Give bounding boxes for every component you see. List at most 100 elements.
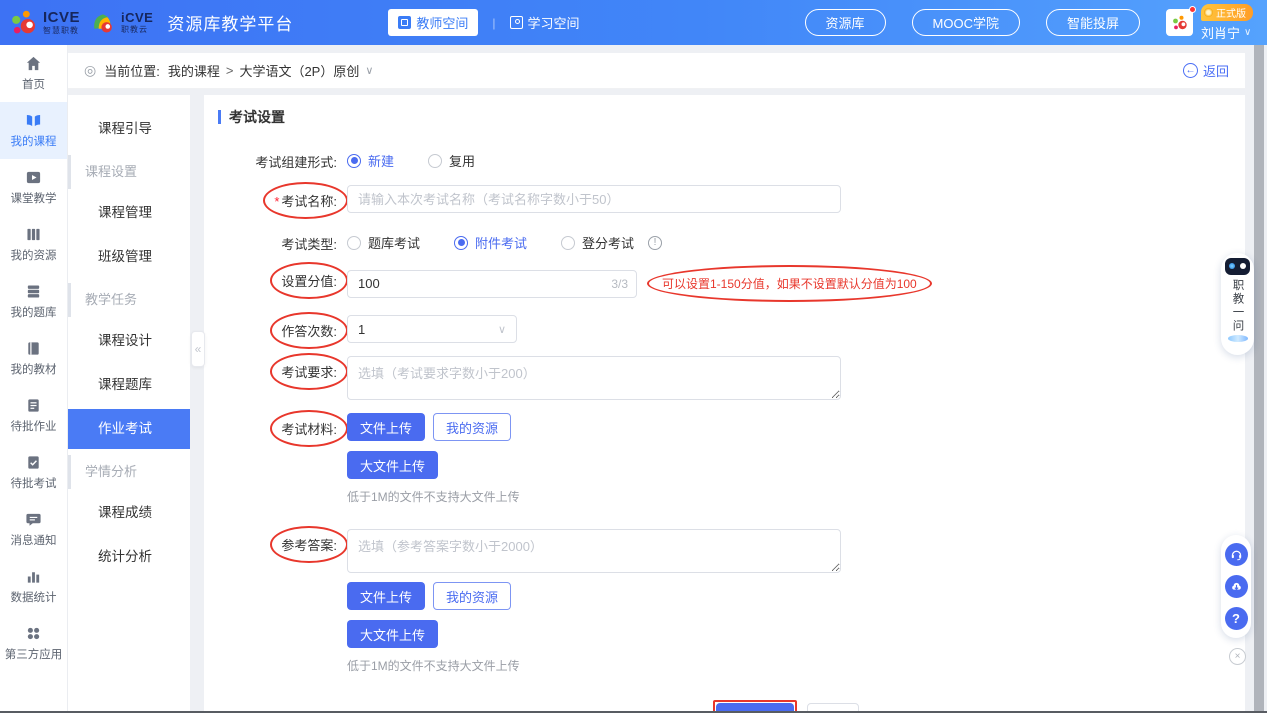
materials-label: 考试材料:	[281, 422, 337, 437]
char-counter: 3/3	[611, 277, 628, 291]
radio-reuse[interactable]: 复用	[428, 151, 475, 170]
exam-check-icon	[25, 454, 42, 471]
annotation-ellipse: 考试材料:	[270, 410, 348, 447]
rail-item-pending-homework[interactable]: 待批作业	[0, 387, 67, 444]
question-mark-icon: ?	[1232, 611, 1240, 626]
exam-name-input[interactable]	[347, 185, 841, 213]
rail-item-my-resources[interactable]: 我的资源	[0, 216, 67, 273]
rail-item-my-textbooks[interactable]: 我的教材	[0, 330, 67, 387]
collapse-widgets-button[interactable]: ×	[1229, 648, 1246, 665]
customer-service-button[interactable]	[1225, 543, 1248, 566]
subnav-item-statistical-analysis[interactable]: 统计分析	[68, 537, 190, 577]
answers-big-upload-button[interactable]: 大文件上传	[347, 620, 438, 648]
avatar-logo-icon	[1171, 14, 1189, 32]
avatar[interactable]	[1166, 9, 1193, 36]
zhijiaoyun-shell-icon	[90, 10, 116, 36]
user-name[interactable]: 刘肖宁 ∨	[1201, 23, 1251, 42]
logo-name: iCVE	[121, 11, 153, 24]
subnav-item-course-management[interactable]: 课程管理	[68, 193, 190, 233]
radio-question-bank-exam[interactable]: 题库考试	[347, 233, 420, 252]
form-footer: 立即创建 取消	[713, 700, 1245, 711]
materials-big-upload-button[interactable]: 大文件上传	[347, 451, 438, 479]
subnav-item-course-guide[interactable]: 课程引导	[68, 109, 190, 149]
icve-swirl-icon	[10, 9, 38, 37]
breadcrumb-bar: ◎ 当前位置: 我的课程 > 大学语文（2P）原创 ∨ ← 返回	[68, 53, 1245, 89]
materials-my-resources-button[interactable]: 我的资源	[433, 413, 511, 441]
subnav-item-course-grades[interactable]: 课程成绩	[68, 493, 190, 533]
page-scrollbar[interactable]	[1254, 45, 1264, 711]
requirements-textarea[interactable]	[347, 356, 841, 400]
teacher-space-icon	[398, 16, 411, 29]
robot-icon	[1225, 258, 1250, 275]
headset-icon	[1230, 548, 1243, 561]
rail-item-home[interactable]: 首页	[0, 45, 67, 102]
help-button[interactable]: ?	[1225, 607, 1248, 630]
rail-item-pending-exams[interactable]: 待批考试	[0, 444, 67, 501]
medal-icon	[1204, 8, 1213, 17]
radio-grade-entry-exam[interactable]: 登分考试	[561, 233, 634, 252]
build-mode-label: 考试组建形式:	[204, 151, 347, 171]
wave-decoration	[1228, 335, 1248, 342]
download-button[interactable]	[1225, 575, 1248, 598]
subnav-item-class-management[interactable]: 班级管理	[68, 237, 190, 277]
subnav-item-course-question-bank[interactable]: 课程题库	[68, 365, 190, 405]
radio-dot	[561, 236, 575, 250]
rail-item-my-courses[interactable]: 我的课程	[0, 102, 67, 159]
zhijiao-qa-widget[interactable]: 职教一问	[1221, 253, 1254, 355]
annotation-ellipse: *考试名称:	[263, 182, 348, 219]
rail-item-third-party-apps[interactable]: 第三方应用	[0, 615, 67, 672]
score-input[interactable]	[347, 270, 637, 298]
back-button[interactable]: ← 返回	[1183, 61, 1229, 80]
attempts-label: 作答次数:	[281, 324, 337, 339]
subnav-item-course-design[interactable]: 课程设计	[68, 321, 190, 361]
smart-cast-button[interactable]: 智能投屏	[1046, 9, 1140, 36]
cancel-button[interactable]: 取消	[807, 703, 859, 711]
chevron-down-icon[interactable]: ∨	[365, 64, 373, 77]
breadcrumb-root[interactable]: 我的课程	[168, 61, 220, 80]
home-icon	[25, 55, 42, 72]
breadcrumb-current[interactable]: 大学语文（2P）原创	[239, 61, 359, 80]
logo-icve-zhihui: ICVE 智慧职教	[10, 9, 80, 37]
score-label: 设置分值:	[281, 274, 337, 289]
annotation-ellipse: 设置分值:	[270, 262, 348, 299]
subnav-item-homework-exams[interactable]: 作业考试	[68, 409, 190, 449]
user-menu[interactable]: 正式版 刘肖宁 ∨	[1166, 4, 1253, 42]
attempts-select[interactable]: 1 ∨	[347, 315, 517, 343]
materials-upload-button[interactable]: 文件上传	[347, 413, 425, 441]
radio-new[interactable]: 新建	[347, 151, 394, 170]
answers-label: 参考答案:	[281, 538, 337, 553]
answers-my-resources-button[interactable]: 我的资源	[433, 582, 511, 610]
student-space-icon	[510, 16, 523, 29]
help-toolbar: ?	[1221, 535, 1251, 638]
radio-attachment-exam[interactable]: 附件考试	[454, 233, 527, 252]
answers-upload-button[interactable]: 文件上传	[347, 582, 425, 610]
score-hint-annotation: 可以设置1-150分值，如果不设置默认分值为100	[647, 265, 932, 302]
cloud-download-icon	[1230, 580, 1243, 593]
radio-dot	[347, 236, 361, 250]
mooc-academy-button[interactable]: MOOC学院	[912, 9, 1020, 36]
student-space-tab[interactable]: 学习空间	[510, 13, 580, 32]
logo-icve-zhijiaoyun: iCVE 职教云	[90, 10, 153, 36]
stacked-bank-icon	[25, 283, 42, 300]
version-badge: 正式版	[1201, 4, 1253, 21]
bar-chart-icon	[25, 568, 42, 585]
logo-sub: 职教云	[121, 26, 153, 34]
create-now-button[interactable]: 立即创建	[716, 703, 794, 711]
subnav-section-learning-analysis: 学情分析	[68, 455, 190, 489]
teacher-space-tab[interactable]: 教师空间	[388, 9, 478, 36]
annotation-ellipse: 参考答案:	[270, 526, 348, 563]
rail-item-my-question-bank[interactable]: 我的题库	[0, 273, 67, 330]
course-subnav: 课程引导 课程设置 课程管理 班级管理 教学任务 课程设计 课程题库 作业考试 …	[68, 95, 190, 711]
info-icon[interactable]: !	[648, 236, 662, 250]
resource-library-button[interactable]: 资源库	[805, 9, 886, 36]
subnav-collapse-handle[interactable]: «	[191, 331, 205, 367]
breadcrumb-separator: >	[226, 63, 234, 78]
rail-item-classroom-teaching[interactable]: 课堂教学	[0, 159, 67, 216]
radio-dot	[454, 236, 468, 250]
rail-item-notifications[interactable]: 消息通知	[0, 501, 67, 558]
rail-item-data-statistics[interactable]: 数据统计	[0, 558, 67, 615]
title-accent-bar	[218, 110, 221, 124]
answers-textarea[interactable]	[347, 529, 841, 573]
annotation-ellipse: 作答次数:	[270, 312, 348, 349]
textbook-icon	[25, 340, 42, 357]
